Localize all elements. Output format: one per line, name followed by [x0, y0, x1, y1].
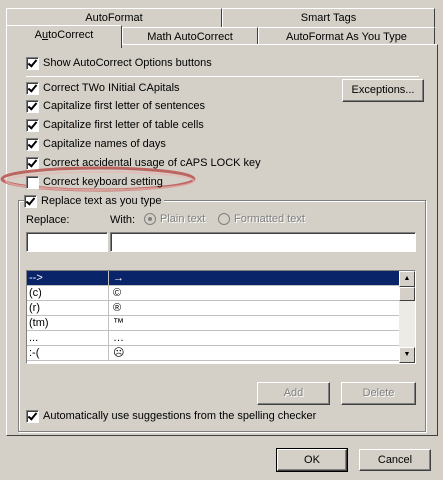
plain-text-radio[interactable]: [144, 213, 156, 226]
with-cell: ®: [113, 302, 122, 314]
keyboard-setting-checkbox[interactable]: [26, 175, 39, 189]
spelling-suggestions-checkbox[interactable]: [26, 409, 39, 423]
capitalize-sentences-checkbox[interactable]: [26, 99, 39, 113]
two-initial-caps-checkbox[interactable]: [26, 81, 39, 95]
keyboard-setting-label: Correct keyboard setting: [43, 176, 163, 188]
replace-label: Replace:: [26, 214, 70, 226]
scroll-down-icon[interactable]: ▼: [399, 347, 415, 363]
keyboard-setting-option[interactable]: Correct keyboard setting: [26, 174, 163, 190]
show-autocorrect-buttons-label: Show AutoCorrect Options buttons: [43, 57, 212, 69]
formatted-text-option[interactable]: Formatted text: [218, 213, 305, 226]
tab-autocorrect[interactable]: AutoCorrect: [6, 25, 122, 48]
with-cell: ™: [113, 317, 124, 329]
capitalize-days-option[interactable]: Capitalize names of days: [26, 136, 166, 152]
formatted-text-label: Formatted text: [234, 213, 305, 225]
list-item[interactable]: (c) ©: [27, 286, 399, 301]
replace-text-label: Replace text as you type: [41, 195, 162, 207]
list-item[interactable]: (r) ®: [27, 301, 399, 316]
capitalize-table-cells-checkbox[interactable]: [26, 118, 39, 132]
add-button[interactable]: Add: [257, 382, 330, 405]
replace-text-checkbox[interactable]: [24, 194, 37, 208]
replace-cell: :-(: [27, 346, 109, 360]
capitalize-sentences-option[interactable]: Capitalize first letter of sentences: [26, 98, 205, 114]
delete-button[interactable]: Delete: [341, 382, 416, 405]
list-item[interactable]: --> →: [27, 271, 399, 286]
list-item[interactable]: ... …: [27, 331, 399, 346]
with-cell: ☹: [113, 347, 125, 359]
divider: [26, 76, 419, 77]
plain-text-label: Plain text: [160, 213, 206, 225]
exceptions-button[interactable]: Exceptions...: [342, 79, 424, 102]
ok-button[interactable]: OK: [276, 448, 348, 472]
list-item[interactable]: (tm) ™: [27, 316, 399, 331]
with-cell: …: [113, 332, 124, 344]
replace-cell: (r): [27, 301, 109, 315]
entries-rows: --> → (c) © (r) ® (tm) ™... … :-( ☹: [27, 271, 415, 361]
show-autocorrect-buttons-checkbox[interactable]: [26, 56, 39, 70]
with-cell: ©: [113, 287, 122, 299]
formatted-text-radio[interactable]: [218, 213, 230, 226]
with-input[interactable]: [110, 232, 416, 252]
capitalize-table-cells-option[interactable]: Capitalize first letter of table cells: [26, 117, 204, 133]
replace-cell: (c): [27, 286, 109, 300]
list-scrollbar[interactable]: ▲ ▼: [399, 271, 415, 363]
capitalize-days-label: Capitalize names of days: [43, 138, 166, 150]
replace-cell: ...: [27, 331, 109, 345]
two-initial-caps-option[interactable]: Correct TWo INitial CApitals: [26, 80, 180, 96]
capitalize-sentences-label: Capitalize first letter of sentences: [43, 100, 206, 112]
autocorrect-entries-list[interactable]: --> → (c) © (r) ® (tm) ™... … :-( ☹ ▲ ▼: [26, 270, 416, 364]
replace-cell: -->: [27, 271, 109, 285]
tab-smart-tags[interactable]: Smart Tags: [222, 8, 435, 28]
capitalize-days-checkbox[interactable]: [26, 137, 39, 151]
tab-autocorrect-label: AutoCorrect: [34, 29, 94, 41]
with-label: With:: [110, 214, 136, 226]
list-item[interactable]: :-( ☹: [27, 346, 399, 361]
show-autocorrect-buttons-option[interactable]: Show AutoCorrect Options buttons: [26, 55, 212, 71]
two-initial-caps-label: Correct TWo INitial CApitals: [43, 82, 180, 94]
spelling-suggestions-option[interactable]: Automatically use suggestions from the s…: [26, 408, 316, 424]
cancel-button[interactable]: Cancel: [359, 449, 431, 471]
scroll-up-icon[interactable]: ▲: [399, 271, 415, 287]
replace-input[interactable]: [26, 232, 108, 252]
replace-cell: (tm): [27, 316, 109, 330]
spelling-suggestions-label: Automatically use suggestions from the s…: [43, 410, 317, 422]
plain-text-option[interactable]: Plain text: [144, 213, 206, 226]
with-cell: →: [113, 272, 124, 284]
replace-text-option[interactable]: Replace text as you type: [24, 193, 165, 209]
capitalize-table-cells-label: Capitalize first letter of table cells: [43, 119, 204, 131]
scroll-thumb[interactable]: [399, 287, 415, 301]
